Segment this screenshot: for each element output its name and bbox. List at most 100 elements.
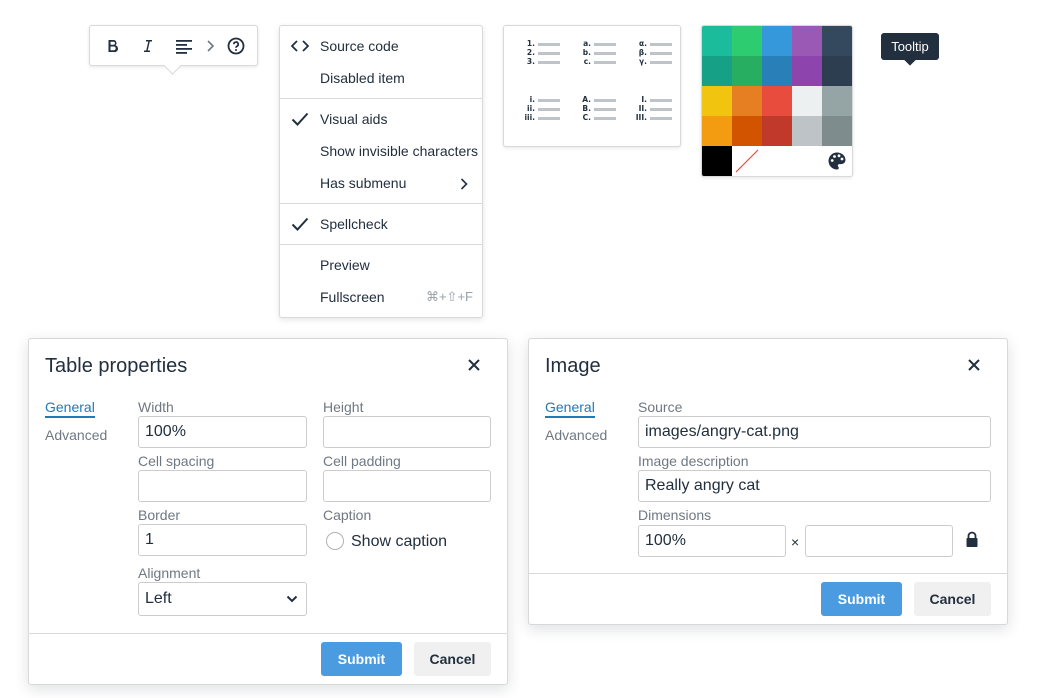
remove-color-button[interactable] bbox=[732, 146, 762, 176]
color-swatch[interactable] bbox=[732, 86, 762, 116]
list-style-row: α. bbox=[626, 39, 672, 49]
color-swatch[interactable] bbox=[702, 86, 732, 116]
color-swatch[interactable] bbox=[702, 26, 732, 56]
custom-color-button[interactable] bbox=[822, 146, 852, 176]
menu-item-visual-aids[interactable]: Visual aids bbox=[280, 104, 482, 134]
inline-toolbar bbox=[89, 25, 258, 75]
constrain-proportions-button[interactable] bbox=[965, 531, 983, 551]
list-style-option[interactable]: A. B. C. bbox=[570, 95, 616, 136]
dialog-title: Table properties bbox=[45, 355, 188, 377]
color-swatch[interactable] bbox=[702, 146, 732, 176]
menu-item-label: Visual aids bbox=[320, 111, 388, 127]
dialog-title: Image bbox=[545, 355, 601, 377]
tab-general[interactable]: General bbox=[45, 399, 95, 418]
list-style-row: γ. bbox=[626, 57, 672, 67]
list-line bbox=[538, 99, 560, 102]
cancel-button[interactable]: Cancel bbox=[914, 582, 991, 616]
list-style-option[interactable]: i. ii. iii. bbox=[514, 95, 560, 136]
color-swatch[interactable] bbox=[762, 116, 792, 146]
list-style-picker: 1. 2. 3. a. b. c. α. β. γ. i. ii. iii. A. B. C. I. II. II… bbox=[503, 25, 681, 147]
color-swatch[interactable] bbox=[792, 116, 822, 146]
height-input[interactable] bbox=[323, 416, 491, 448]
menu-item-disabled: Disabled item bbox=[280, 63, 482, 93]
menu-item-label: Fullscreen bbox=[320, 289, 385, 305]
color-swatch[interactable] bbox=[822, 86, 852, 116]
list-style-option[interactable]: 1. 2. 3. bbox=[514, 39, 560, 80]
alignment-value: Left bbox=[145, 590, 172, 607]
color-swatch[interactable] bbox=[822, 26, 852, 56]
image-dialog: Image General Advanced Source Image desc… bbox=[528, 338, 1008, 625]
color-swatch[interactable] bbox=[762, 86, 792, 116]
color-swatch[interactable] bbox=[732, 56, 762, 86]
color-swatch[interactable] bbox=[792, 26, 822, 56]
color-swatch-picker bbox=[701, 25, 853, 177]
color-swatch[interactable] bbox=[822, 116, 852, 146]
menu-item-source-code[interactable]: Source code bbox=[280, 31, 482, 61]
show-caption-checkbox[interactable] bbox=[326, 532, 344, 550]
color-swatch[interactable] bbox=[702, 56, 732, 86]
list-marker: α. bbox=[638, 39, 647, 48]
color-swatch[interactable] bbox=[762, 56, 792, 86]
menu-separator bbox=[280, 98, 482, 99]
menu-separator bbox=[280, 244, 482, 245]
list-style-row: 1. bbox=[514, 39, 560, 49]
italic-button[interactable] bbox=[135, 33, 161, 59]
dimensions-height-input[interactable] bbox=[805, 525, 953, 557]
list-line bbox=[538, 52, 560, 55]
list-style-row: C. bbox=[570, 113, 616, 123]
bold-button[interactable] bbox=[100, 33, 126, 59]
source-input[interactable] bbox=[638, 416, 991, 448]
color-swatch[interactable] bbox=[822, 56, 852, 86]
color-swatch[interactable] bbox=[792, 56, 822, 86]
menu-item-show-invisible[interactable]: Show invisible characters bbox=[280, 136, 482, 166]
menu-item-fullscreen[interactable]: Fullscreen ⌘+⇧+F bbox=[280, 282, 482, 312]
submit-button[interactable]: Submit bbox=[821, 582, 902, 616]
tooltip-text: Tooltip bbox=[891, 39, 929, 54]
color-swatch[interactable] bbox=[762, 26, 792, 56]
dimensions-width-input[interactable] bbox=[638, 525, 786, 557]
color-swatch[interactable] bbox=[732, 116, 762, 146]
palette-icon bbox=[828, 152, 846, 170]
list-style-row: β. bbox=[626, 48, 672, 58]
alignment-select[interactable]: Left bbox=[138, 582, 307, 616]
alignment-label: Alignment bbox=[138, 565, 201, 581]
width-input[interactable] bbox=[138, 416, 307, 448]
list-marker: III. bbox=[635, 113, 647, 122]
list-marker: 3. bbox=[526, 57, 535, 66]
cancel-button[interactable]: Cancel bbox=[414, 642, 491, 676]
show-caption-label[interactable]: Show caption bbox=[351, 533, 447, 551]
border-input[interactable] bbox=[138, 524, 307, 556]
menu-item-label: Preview bbox=[320, 257, 370, 273]
more-button[interactable] bbox=[197, 33, 223, 59]
help-button[interactable] bbox=[223, 33, 249, 59]
list-style-option[interactable]: α. β. γ. bbox=[626, 39, 672, 80]
color-swatch[interactable] bbox=[792, 86, 822, 116]
list-style-row: a. bbox=[570, 39, 616, 49]
tab-advanced[interactable]: Advanced bbox=[545, 427, 607, 443]
tab-advanced[interactable]: Advanced bbox=[45, 427, 107, 443]
cell-spacing-input[interactable] bbox=[138, 470, 307, 502]
list-style-row: c. bbox=[570, 57, 616, 67]
menu-item-spellcheck[interactable]: Spellcheck bbox=[280, 209, 482, 239]
align-left-button[interactable] bbox=[171, 33, 197, 59]
list-line bbox=[594, 99, 616, 102]
close-button[interactable] bbox=[464, 355, 484, 375]
color-swatch[interactable] bbox=[732, 26, 762, 56]
list-style-row: b. bbox=[570, 48, 616, 58]
menu-item-has-submenu[interactable]: Has submenu bbox=[280, 168, 482, 198]
list-line bbox=[594, 43, 616, 46]
tab-general[interactable]: General bbox=[545, 399, 595, 418]
list-style-option[interactable]: a. b. c. bbox=[570, 39, 616, 80]
cell-spacing-label: Cell spacing bbox=[138, 453, 215, 469]
cell-padding-input[interactable] bbox=[323, 470, 491, 502]
menu-item-preview[interactable]: Preview bbox=[280, 250, 482, 280]
list-line bbox=[650, 43, 672, 46]
menu-item-label: Disabled item bbox=[320, 70, 405, 86]
image-description-input[interactable] bbox=[638, 470, 991, 502]
list-line bbox=[650, 99, 672, 102]
submit-button[interactable]: Submit bbox=[321, 642, 402, 676]
list-style-option[interactable]: I. II. III. bbox=[626, 95, 672, 136]
color-swatch[interactable] bbox=[702, 116, 732, 146]
close-button[interactable] bbox=[964, 355, 984, 375]
bold-icon bbox=[108, 40, 119, 53]
